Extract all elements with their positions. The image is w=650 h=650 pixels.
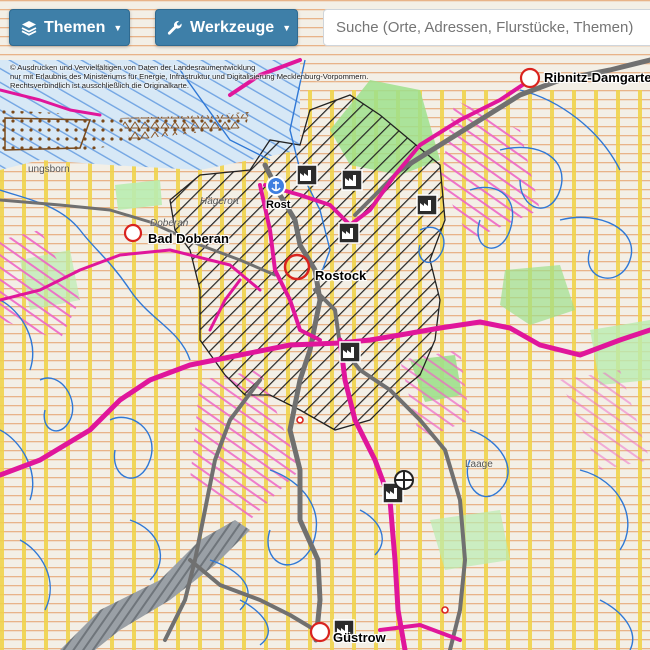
green-patch-2: [115, 180, 162, 210]
map-label-laage: Laage: [465, 459, 493, 470]
factory-icon: [416, 194, 438, 216]
map-label-ungsborn: ungsborn: [28, 164, 70, 175]
anchor-icon[interactable]: [266, 176, 286, 196]
themen-button-label: Themen: [44, 18, 106, 36]
city-label-ribnitz-damgarten: Ribnitz-Damgarten: [544, 70, 650, 85]
wrench-icon: [167, 20, 183, 36]
map-canvas[interactable]: [0, 0, 650, 650]
city-marker-guestrow: [309, 621, 331, 643]
themen-button[interactable]: Themen ▼: [9, 9, 130, 46]
factory-icon: [341, 169, 363, 191]
map-label-rost: Rost: [266, 199, 291, 211]
chevron-down-icon: ▼: [113, 22, 123, 33]
city-label-guestrow: Güstrow: [333, 630, 386, 645]
power-station-icon[interactable]: [394, 470, 414, 490]
map-attribution: © Ausdrucken und Vervielfältigen von Dat…: [10, 63, 480, 90]
werkzeuge-button[interactable]: Werkzeuge ▼: [155, 9, 298, 46]
factory-icon: [338, 222, 360, 244]
factory-icon: [296, 164, 318, 186]
map-label-doberan: Doberan: [150, 218, 189, 229]
search-input[interactable]: [323, 9, 650, 46]
city-marker-ribnitz-damgarten: [519, 67, 541, 89]
city-label-rostock: Rostock: [315, 268, 367, 283]
city-label-bad-doberan: Bad Doberan: [148, 231, 229, 246]
city-marker-bad-doberan: [123, 223, 143, 243]
attribution-line: Rechtsverbindlich ist ausschließlich die…: [10, 81, 189, 90]
factory-icon: [339, 341, 361, 363]
map-label-haegerort: Hägerort: [200, 196, 239, 207]
attribution-line: nur mit Erlaubnis des Ministeriums für E…: [10, 72, 369, 81]
attribution-line: © Ausdrucken und Vervielfältigen von Dat…: [10, 63, 256, 72]
chevron-down-icon: ▼: [282, 22, 292, 33]
werkzeuge-button-label: Werkzeuge: [190, 18, 275, 36]
layers-icon: [21, 20, 37, 36]
